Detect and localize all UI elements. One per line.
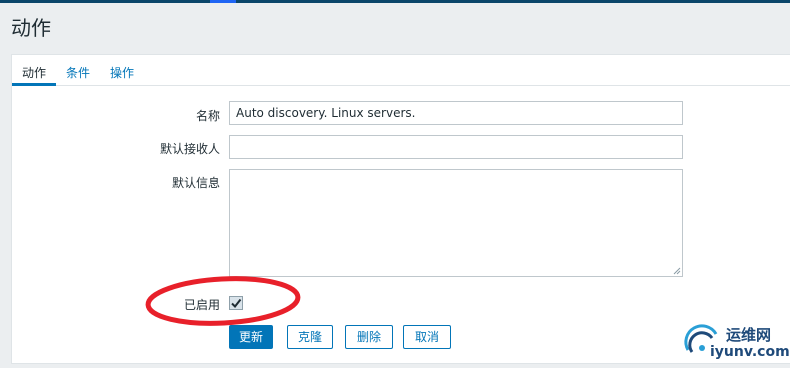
default-message-label: 默认信息 xyxy=(171,176,220,190)
tab-bar: 动作 条件 操作 xyxy=(12,55,790,86)
watermark-url: iyunv.com xyxy=(710,344,790,360)
resize-grip-icon[interactable] xyxy=(673,267,681,275)
tab-action[interactable]: 动作 xyxy=(22,64,46,81)
watermark-title: 运维网 xyxy=(726,326,772,344)
checkmark-icon xyxy=(231,298,242,309)
tab-operations[interactable]: 操作 xyxy=(110,64,134,81)
top-header-bar xyxy=(0,0,790,3)
action-form-panel: 动作 条件 操作 名称 默认接收人 默认信息 已启用 更新 克隆 删除 取消 xyxy=(11,54,790,364)
header-accent xyxy=(210,0,236,3)
default-message-wrapper xyxy=(229,169,683,277)
default-recipient-label: 默认接收人 xyxy=(159,142,220,156)
enabled-label: 已启用 xyxy=(183,298,220,312)
enabled-checkbox[interactable] xyxy=(229,296,243,310)
active-tab-indicator xyxy=(12,83,56,86)
default-message-textarea[interactable] xyxy=(229,169,683,277)
update-button[interactable]: 更新 xyxy=(229,325,273,349)
delete-button[interactable]: 删除 xyxy=(345,325,393,349)
default-recipient-field[interactable] xyxy=(229,135,683,159)
page-title: 动作 xyxy=(11,16,51,40)
clone-button[interactable]: 克隆 xyxy=(287,325,333,349)
tab-conditions[interactable]: 条件 xyxy=(66,64,90,81)
cancel-button[interactable]: 取消 xyxy=(403,325,451,349)
watermark: 运维网 iyunv.com xyxy=(680,318,790,364)
name-label: 名称 xyxy=(195,109,220,123)
name-field[interactable] xyxy=(229,101,683,125)
